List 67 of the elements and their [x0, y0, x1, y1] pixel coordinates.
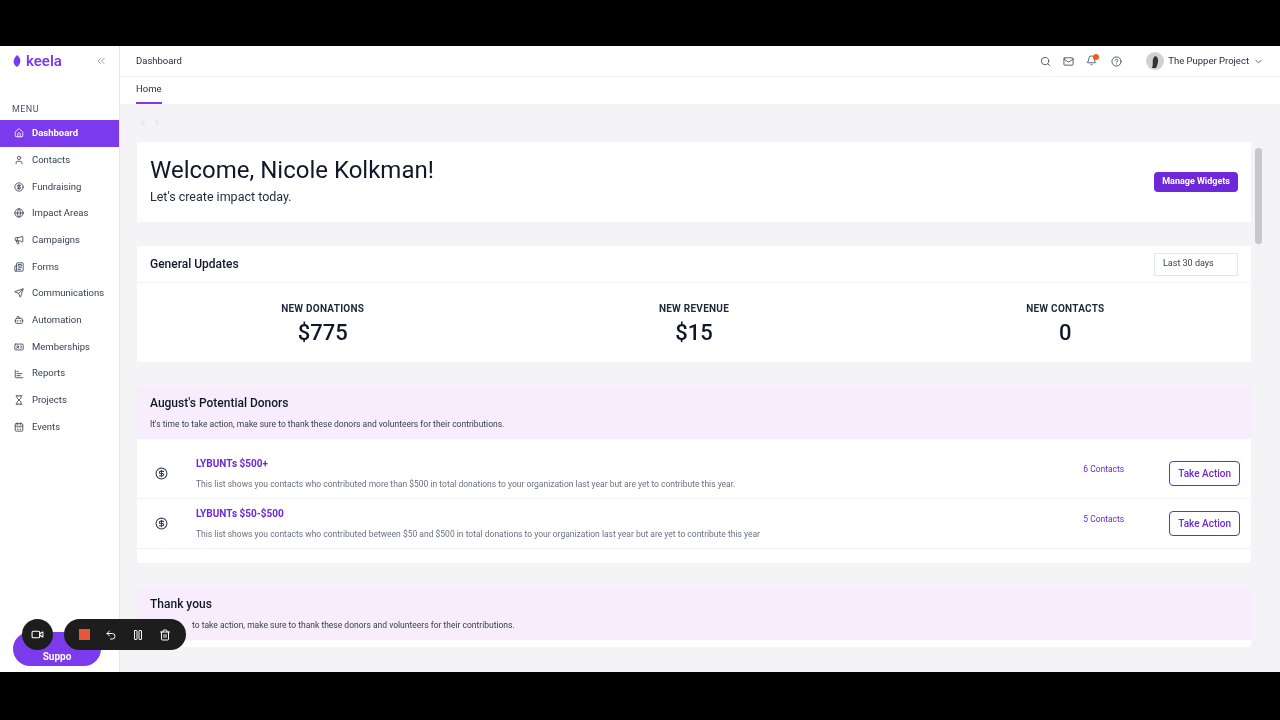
- section-title: August's Potential Donors: [150, 395, 290, 413]
- section-description: to take action, make sure to thank these donors and volunteers for their contributions.: [191, 619, 516, 632]
- form-icon: [14, 261, 24, 272]
- take-action-button[interactable]: Take Action: [1169, 461, 1240, 486]
- nav-item[interactable]: Dashboard: [0, 120, 119, 147]
- welcome-title: Welcome, Nicole Kolkman!: [150, 157, 434, 182]
- nav-item[interactable]: Events: [0, 413, 119, 441]
- undo-icon[interactable]: [105, 628, 118, 641]
- manage-widgets-button[interactable]: Manage Widgets: [1154, 172, 1238, 192]
- stat-label: NEW DONATIONS: [281, 302, 365, 316]
- breadcrumb: Dashboard: [136, 53, 182, 68]
- id-card-icon: [14, 341, 24, 352]
- collapse-icon[interactable]: [95, 55, 107, 67]
- hourglass-icon: [14, 395, 24, 406]
- video-camera-icon: [31, 628, 44, 641]
- avatar-icon: [1146, 52, 1165, 70]
- list-description: This list shows you contacts who contributed between $50 and $500 in total donations to your organization last year but are yet to contribute this year: [196, 528, 761, 541]
- nav-item[interactable]: Contacts: [0, 146, 119, 174]
- list-description: This list shows you contacts who contributed more than $500 in total donations to your organization last year but are yet to contribute this year.: [196, 478, 737, 491]
- calendar-icon: [14, 421, 24, 432]
- menu-label: MENU: [12, 102, 40, 116]
- stat-value: 0: [1059, 322, 1072, 344]
- stop-icon[interactable]: [79, 629, 91, 640]
- home-icon: [14, 128, 24, 139]
- nav-item[interactable]: Reports: [0, 360, 119, 387]
- section-title: General Updates: [150, 256, 239, 273]
- globe-icon: [14, 208, 24, 219]
- nav-item[interactable]: Communications: [0, 280, 119, 307]
- date-range-select[interactable]: Last 30 days: [1154, 252, 1238, 276]
- account-menu[interactable]: The Pupper Project: [1146, 52, 1264, 70]
- list-title[interactable]: LYBUNTs $50-$500: [196, 506, 1084, 522]
- welcome-subtitle: Let's create impact today.: [150, 187, 293, 206]
- stat-value: $15: [675, 322, 713, 344]
- logo-icon: [12, 55, 22, 67]
- brand-name: keela: [26, 53, 62, 69]
- robot-icon: [14, 315, 24, 326]
- person-icon: [14, 155, 24, 166]
- nav-item[interactable]: Campaigns: [0, 226, 119, 254]
- nav-item[interactable]: Fundraising: [0, 173, 119, 201]
- stat-label: NEW CONTACTS: [1026, 302, 1105, 316]
- megaphone-icon: [14, 235, 24, 246]
- dollar-coin-icon: [14, 181, 24, 192]
- scrollbar[interactable]: [1255, 148, 1262, 244]
- stat-label: NEW REVENUE: [658, 302, 730, 316]
- contacts-count[interactable]: 5 Contacts: [1083, 513, 1125, 526]
- contacts-count[interactable]: 6 Contacts: [1083, 463, 1125, 476]
- section-description: It's time to take action, make sure to thank these donors and volunteers for their contributions.: [150, 418, 506, 431]
- bar-chart-icon: [14, 368, 24, 379]
- mail-icon[interactable]: [1063, 55, 1075, 67]
- paper-plane-icon: [14, 288, 24, 299]
- pause-icon[interactable]: [131, 628, 144, 641]
- stat-value: $775: [297, 322, 348, 344]
- section-title: Thank yous: [150, 596, 213, 614]
- nav-item[interactable]: Projects: [0, 386, 119, 414]
- coin-icon: [155, 467, 168, 480]
- delete-icon[interactable]: [158, 628, 171, 641]
- coin-icon: [155, 517, 168, 530]
- nav-item[interactable]: Forms: [0, 253, 119, 281]
- tab[interactable]: Home: [136, 81, 162, 104]
- nav-item[interactable]: Impact Areas: [0, 200, 119, 227]
- notification-button[interactable]: [1086, 54, 1100, 68]
- take-action-button[interactable]: Take Action: [1169, 511, 1240, 536]
- nav-item[interactable]: Memberships: [0, 333, 119, 361]
- nav-item[interactable]: Automation: [0, 306, 119, 334]
- help-icon[interactable]: [1111, 55, 1123, 67]
- search-icon[interactable]: [1040, 55, 1052, 67]
- list-title[interactable]: LYBUNTs $500+: [196, 456, 1084, 472]
